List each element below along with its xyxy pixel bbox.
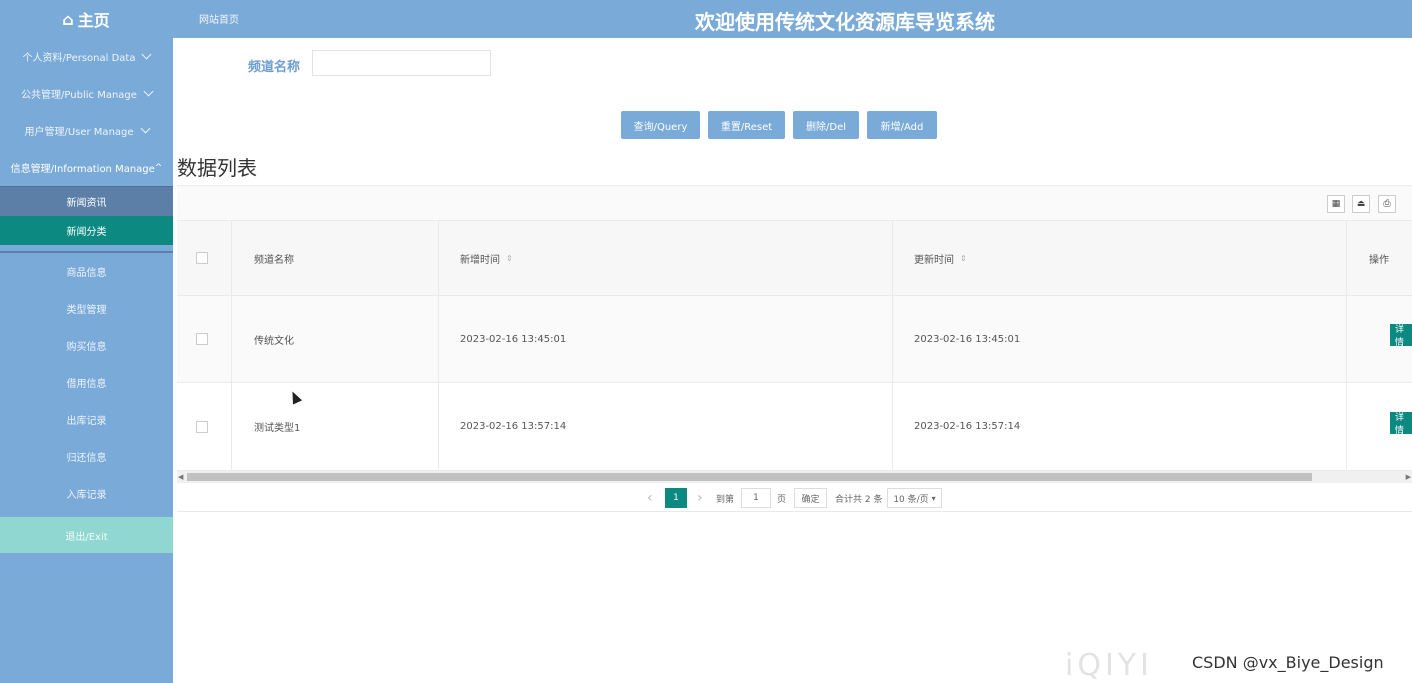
query-button[interactable]: 查询/Query: [621, 111, 700, 139]
sidebar-menu-label: 个人资料/Personal Data: [22, 53, 136, 64]
chevron-down-icon: [142, 49, 152, 60]
scroll-right-icon[interactable]: ▶: [1406, 471, 1411, 483]
sidebar-menu-label: 用户管理/User Manage: [24, 127, 134, 138]
total-count: 合计共 2 条: [835, 494, 883, 505]
sidebar-item-purchases[interactable]: 购买信息: [0, 327, 173, 364]
sidebar-item-types[interactable]: 类型管理: [0, 290, 173, 327]
column-header-actions: 操作: [1369, 254, 1389, 266]
cell-created: 2023-02-16 13:45:01: [460, 333, 567, 345]
table-row: 测试类型1 2023-02-16 13:57:14 2023-02-16 13:…: [177, 383, 1412, 471]
sidebar-item-returns[interactable]: 归还信息: [0, 438, 173, 475]
sort-icon[interactable]: ⇕: [506, 254, 513, 263]
next-page-icon[interactable]: ›: [697, 488, 703, 508]
goto-confirm-button[interactable]: 确定: [794, 488, 827, 508]
pagination: ‹ 1 › 到第 1 页 确定 合计共 2 条 10 条/页 ▾: [177, 485, 1412, 512]
chevron-down-icon: [143, 86, 154, 97]
exit-button[interactable]: 退出/Exit: [0, 517, 173, 553]
sidebar-menu-information[interactable]: 信息管理/Information Manage ^: [0, 149, 173, 186]
chevron-down-icon: ▾: [931, 493, 936, 503]
sidebar-menu-user[interactable]: 用户管理/User Manage: [0, 112, 173, 149]
sidebar-menu-label: 公共管理/Public Manage: [21, 90, 137, 101]
site-home-link[interactable]: 网站首页: [199, 11, 239, 26]
top-bar: ⌂ 主页 网站首页 欢迎使用传统文化资源库导览系统: [0, 0, 1412, 38]
page-size-value: 10 条/页: [893, 494, 929, 505]
table-row: 传统文化 2023-02-16 13:45:01 2023-02-16 13:4…: [177, 296, 1412, 383]
reset-button[interactable]: 重置/Reset: [708, 111, 785, 139]
channel-name-input[interactable]: [312, 50, 491, 76]
add-button[interactable]: 新增/Add: [867, 111, 937, 139]
home-icon: ⌂: [62, 9, 74, 29]
sidebar-item-borrowing[interactable]: 借用信息: [0, 364, 173, 401]
goto-page-input[interactable]: 1: [741, 488, 771, 508]
column-header-updated[interactable]: 更新时间 ⇕: [914, 221, 967, 295]
system-title: 欢迎使用传统文化资源库导览系统: [695, 10, 995, 34]
sidebar-item-products[interactable]: 商品信息: [0, 253, 173, 290]
home-link[interactable]: ⌂ 主页: [0, 0, 172, 38]
row-checkbox[interactable]: [196, 296, 208, 382]
scroll-left-icon[interactable]: ◀: [178, 471, 183, 483]
column-header-label: 新增时间: [460, 254, 500, 266]
delete-button[interactable]: 删除/Del: [793, 111, 859, 139]
column-header-name: 频道名称: [254, 254, 294, 266]
cell-updated: 2023-02-16 13:57:14: [914, 421, 1021, 432]
cell-created: 2023-02-16 13:57:14: [460, 421, 567, 432]
sort-icon[interactable]: ⇕: [960, 254, 967, 263]
cell-name: 传统文化: [254, 335, 294, 347]
column-header-label: 更新时间: [914, 254, 954, 266]
sidebar-menu-public[interactable]: 公共管理/Public Manage: [0, 75, 173, 112]
sidebar-menu-label: 信息管理/Information Manage: [10, 164, 155, 175]
chevron-up-icon: ^: [154, 162, 163, 173]
detail-button[interactable]: 详情: [1390, 324, 1412, 346]
row-checkbox[interactable]: [196, 383, 208, 470]
sidebar-divider: [0, 245, 173, 253]
watermark-logo: iQIYI: [1065, 648, 1153, 683]
scrollbar-thumb[interactable]: [187, 473, 1312, 481]
current-page[interactable]: 1: [665, 488, 687, 508]
chevron-down-icon: [140, 123, 150, 134]
sidebar-item-outbound[interactable]: 出库记录: [0, 401, 173, 438]
page-size-select[interactable]: 10 条/页 ▾: [887, 488, 942, 508]
sidebar-menu-personal[interactable]: 个人资料/Personal Data: [0, 38, 173, 75]
page-unit-label: 页: [777, 494, 787, 505]
table-toolbar: ▦ ⏏ ⎙: [177, 185, 1412, 221]
search-label: 频道名称: [248, 60, 301, 75]
select-all-checkbox[interactable]: [196, 221, 208, 295]
sidebar-item-inbound[interactable]: 入库记录: [0, 475, 173, 512]
horizontal-scrollbar[interactable]: ◀ ▶: [177, 471, 1412, 483]
export-icon[interactable]: ⏏: [1352, 195, 1370, 213]
sidebar-item-news[interactable]: 新闻资讯: [0, 186, 173, 216]
print-icon[interactable]: ⎙: [1378, 195, 1396, 213]
column-header-created[interactable]: 新增时间 ⇕: [460, 221, 513, 295]
prev-page-icon[interactable]: ‹: [647, 488, 653, 508]
credit-text: CSDN @vx_Biye_Design: [1192, 653, 1384, 672]
sidebar-item-news-category[interactable]: 新闻分类: [0, 216, 173, 245]
sidebar: 个人资料/Personal Data 公共管理/Public Manage 用户…: [0, 38, 173, 683]
goto-label: 到第: [716, 494, 735, 505]
table-header-row: 频道名称 新增时间 ⇕ 更新时间 ⇕ 操作: [177, 221, 1412, 296]
home-label: 主页: [77, 11, 110, 30]
detail-button[interactable]: 详情: [1390, 412, 1412, 434]
cell-updated: 2023-02-16 13:45:01: [914, 333, 1021, 345]
list-title: 数据列表: [177, 156, 257, 180]
columns-icon[interactable]: ▦: [1327, 195, 1345, 213]
